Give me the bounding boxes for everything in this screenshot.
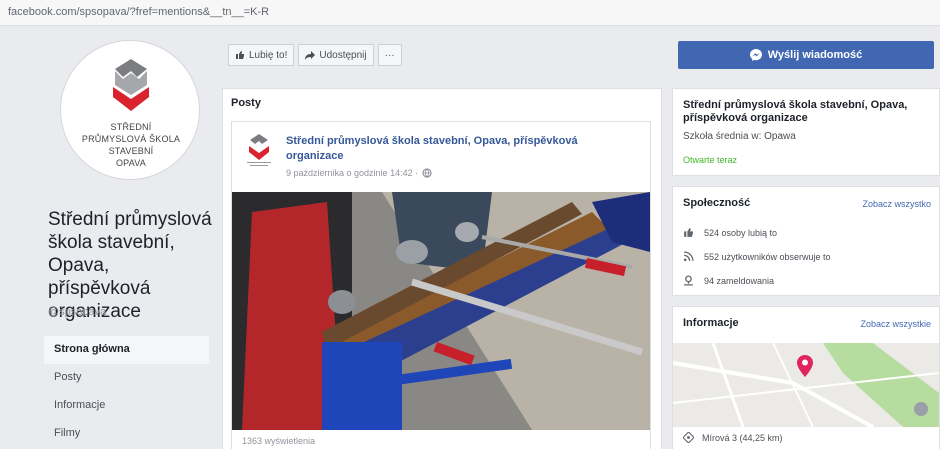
- location-map[interactable]: [673, 343, 939, 427]
- location-icon: [683, 432, 694, 443]
- info-see-all-link[interactable]: Zobacz wszystkie: [860, 319, 931, 329]
- rss-follow-icon: [683, 251, 694, 262]
- post-time-text: 9 października o godzinie 14:42 ·: [286, 168, 419, 178]
- post-author-avatar[interactable]: [244, 132, 274, 168]
- address-text: Mírová 3 (44,25 km): [702, 432, 783, 443]
- more-label: ···: [384, 49, 395, 61]
- post-card: Střední průmyslová škola stavební, Opava…: [231, 121, 651, 449]
- likes-stat[interactable]: 524 osoby lubią to: [683, 227, 777, 238]
- share-arrow-icon: [305, 51, 316, 60]
- nav-item-home[interactable]: Strona główna: [44, 336, 209, 364]
- thumbs-up-icon: [684, 228, 693, 237]
- followers-text: 552 użytkowników obserwuje to: [704, 251, 831, 262]
- followers-stat[interactable]: 552 użytkowników obserwuje to: [683, 251, 831, 262]
- checkin-icon: [684, 275, 693, 286]
- posts-section: Posty Střední průmyslová škola stavební,…: [222, 88, 662, 449]
- nav-item-about[interactable]: Informacje: [44, 392, 209, 420]
- browser-url-bar[interactable]: facebook.com/spsopava/?fref=mentions&__t…: [0, 0, 940, 26]
- post-timestamp[interactable]: 9 października o godzinie 14:42 ·: [286, 168, 432, 178]
- post-view-count: 1363 wyświetlenia: [242, 436, 316, 446]
- like-label: Lubię to!: [249, 49, 288, 61]
- messenger-icon: [749, 49, 762, 61]
- posts-heading[interactable]: Posty: [231, 97, 261, 109]
- community-card: Społeczność Zobacz wszystko 524 osoby lu…: [672, 186, 940, 296]
- about-page-name: Střední průmyslová škola stavební, Opava…: [683, 99, 908, 124]
- page-profile-picture[interactable]: STŘEDNÍ PRŮMYSLOVÁ ŠKOLA STAVEBNÍ OPAVA: [60, 40, 200, 180]
- logo-wordmark: STŘEDNÍ PRŮMYSLOVÁ ŠKOLA STAVEBNÍ OPAVA: [61, 121, 201, 169]
- nav-item-videos[interactable]: Filmy: [44, 420, 209, 448]
- like-page-button[interactable]: Lubię to!: [228, 44, 295, 66]
- community-heading: Społeczność: [683, 197, 751, 209]
- send-message-button[interactable]: Wyślij wiadomość: [678, 41, 934, 69]
- community-see-all-link[interactable]: Zobacz wszystko: [862, 199, 931, 209]
- video-frame-image: [232, 192, 650, 430]
- share-label: Udostępnij: [319, 49, 367, 61]
- about-card: Střední průmyslová škola stavební, Opava…: [672, 88, 940, 176]
- about-category[interactable]: Szkoła średnia w: Opawa: [683, 131, 796, 142]
- left-column: STŘEDNÍ PRŮMYSLOVÁ ŠKOLA STAVEBNÍ OPAVA …: [44, 36, 214, 449]
- nav-item-posts[interactable]: Posty: [44, 364, 209, 392]
- share-button[interactable]: Udostępnij: [298, 44, 374, 66]
- page-actions: Lubię to! Udostępnij ···: [228, 44, 402, 66]
- more-options-button[interactable]: ···: [377, 44, 402, 66]
- logo-line: STAVEBNÍ: [108, 146, 154, 156]
- logo-line: OPAVA: [115, 158, 146, 168]
- checkins-stat[interactable]: 94 zameldowania: [683, 275, 774, 286]
- post-author-link[interactable]: Střední průmyslová škola stavební, Opava…: [286, 134, 626, 164]
- info-card: Informacje Zobacz wszystkie Mírová 3 (44…: [672, 306, 940, 449]
- url-text[interactable]: facebook.com/spsopava/?fref=mentions&__t…: [8, 6, 269, 18]
- likes-text: 524 osoby lubią to: [704, 227, 778, 238]
- post-video[interactable]: [232, 192, 650, 430]
- checkins-text: 94 zameldowania: [704, 275, 775, 286]
- thumbs-up-icon: [236, 51, 244, 59]
- page-handle[interactable]: @spsopava: [48, 306, 106, 318]
- address-row[interactable]: Mírová 3 (44,25 km): [683, 432, 783, 443]
- logo-line: STŘEDNÍ: [110, 122, 152, 132]
- info-heading: Informacje: [683, 317, 739, 329]
- open-status: Otwarte teraz: [683, 155, 738, 165]
- globe-icon: [422, 168, 432, 178]
- map-pin-icon: [797, 355, 813, 377]
- page-nav: Strona główna Posty Informacje Filmy: [44, 336, 209, 448]
- logo-line: PRŮMYSLOVÁ ŠKOLA: [81, 134, 181, 144]
- send-message-label: Wyślij wiadomość: [767, 49, 863, 61]
- school-logo-icon: [113, 59, 149, 111]
